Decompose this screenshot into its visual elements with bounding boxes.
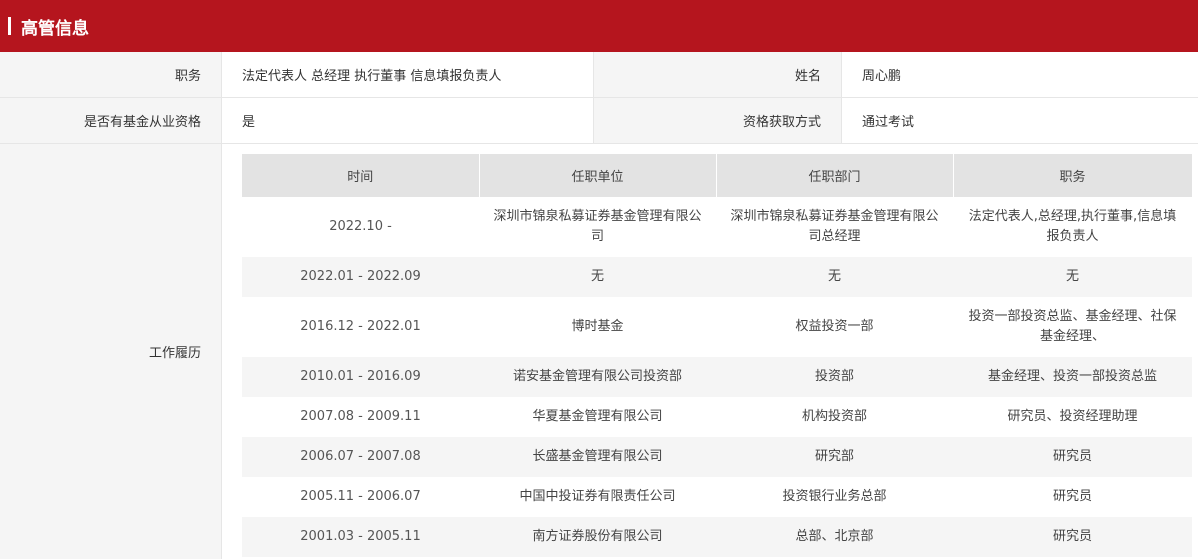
cell-company: 诺安基金管理有限公司投资部 — [479, 357, 716, 397]
cell-role: 无 — [953, 257, 1192, 297]
qualification-method-label: 资格获取方式 — [594, 98, 842, 143]
cell-time: 2010.01 - 2016.09 — [242, 357, 479, 397]
cell-role: 研究员 — [953, 517, 1192, 557]
info-row-qualification: 是否有基金从业资格 是 资格获取方式 通过考试 — [0, 98, 1198, 144]
cell-role: 投资一部投资总监、基金经理、社保基金经理、 — [968, 309, 1177, 344]
cell-time: 2016.12 - 2022.01 — [300, 319, 421, 334]
cell-time: 2022.01 - 2022.09 — [242, 257, 479, 297]
cell-role: 基金经理、投资一部投资总监 — [953, 357, 1192, 397]
qualification-label: 是否有基金从业资格 — [0, 98, 222, 143]
table-row: 2006.07 - 2007.08 长盛基金管理有限公司 研究部 研究员 — [242, 437, 1192, 477]
work-history-table: 时间 任职单位 任职部门 职务 2022.10 - 深圳市锦泉私募证券基金管理有… — [242, 154, 1193, 557]
work-history-label: 工作履历 — [0, 144, 222, 559]
column-header-time: 时间 — [242, 154, 480, 197]
cell-company: 无 — [479, 257, 716, 297]
cell-time: 2005.11 - 2006.07 — [300, 489, 421, 504]
name-label: 姓名 — [594, 52, 842, 97]
cell-time: 2007.08 - 2009.11 — [300, 409, 421, 424]
cell-company: 南方证券股份有限公司 — [479, 517, 716, 557]
cell-department: 总部、北京部 — [716, 517, 953, 557]
qualification-method-value: 通过考试 — [862, 115, 915, 130]
cell-department: 深圳市锦泉私募证券基金管理有限公司总经理 — [730, 209, 939, 244]
cell-department: 投资银行业务总部 — [782, 489, 887, 504]
cell-company: 深圳市锦泉私募证券基金管理有限公司 — [493, 209, 702, 244]
cell-time: 2006.07 - 2007.08 — [242, 437, 479, 477]
cell-role: 法定代表人,总经理,执行董事,信息填报负责人 — [968, 209, 1177, 244]
table-row: 2005.11 - 2006.07 中国中投证券有限责任公司 投资银行业务总部 … — [242, 477, 1192, 517]
cell-time: 2022.10 - — [329, 219, 392, 234]
qualification-value: 是 — [222, 98, 594, 143]
name-value: 周心鹏 — [862, 69, 902, 84]
column-header-role: 职务 — [953, 154, 1193, 197]
cell-company: 中国中投证券有限责任公司 — [519, 489, 676, 504]
column-header-department: 任职部门 — [716, 154, 954, 197]
cell-department: 研究部 — [716, 437, 953, 477]
cell-department: 投资部 — [716, 357, 953, 397]
table-row: 2001.03 - 2005.11 南方证券股份有限公司 总部、北京部 研究员 — [242, 517, 1192, 557]
cell-role: 研究员、投资经理助理 — [1007, 409, 1138, 424]
table-row: 2022.10 - 深圳市锦泉私募证券基金管理有限公司 深圳市锦泉私募证券基金管… — [242, 197, 1192, 257]
title-accent-bar — [8, 17, 11, 35]
cell-department: 权益投资一部 — [795, 319, 874, 334]
cell-role: 研究员 — [953, 437, 1192, 477]
work-history-section: 工作履历 时间 任职单位 任职部门 职务 2022.10 - 深圳市锦泉私募证券… — [0, 144, 1198, 559]
table-row: 2016.12 - 2022.01 博时基金 权益投资一部 投资一部投资总监、基… — [242, 297, 1192, 357]
position-value: 法定代表人 总经理 执行董事 信息填报负责人 — [222, 52, 594, 97]
table-row: 2007.08 - 2009.11 华夏基金管理有限公司 机构投资部 研究员、投… — [242, 397, 1192, 437]
position-label: 职务 — [0, 52, 222, 97]
cell-time: 2001.03 - 2005.11 — [242, 517, 479, 557]
cell-company: 华夏基金管理有限公司 — [532, 409, 663, 424]
table-header-row: 时间 任职单位 任职部门 职务 — [242, 154, 1193, 197]
work-history-body: 时间 任职单位 任职部门 职务 2022.10 - 深圳市锦泉私募证券基金管理有… — [222, 144, 1198, 559]
cell-company: 长盛基金管理有限公司 — [479, 437, 716, 477]
cell-company: 博时基金 — [571, 319, 624, 334]
table-row: 2010.01 - 2016.09 诺安基金管理有限公司投资部 投资部 基金经理… — [242, 357, 1192, 397]
column-header-company: 任职单位 — [479, 154, 717, 197]
section-title: 高管信息 — [21, 18, 89, 39]
info-row-position: 职务 法定代表人 总经理 执行董事 信息填报负责人 姓名 周心鹏 — [0, 52, 1198, 98]
cell-department: 无 — [716, 257, 953, 297]
cell-department: 机构投资部 — [801, 409, 867, 424]
table-row: 2022.01 - 2022.09 无 无 无 — [242, 257, 1192, 297]
section-header: 高管信息 — [0, 0, 1198, 52]
cell-role: 研究员 — [1052, 489, 1092, 504]
